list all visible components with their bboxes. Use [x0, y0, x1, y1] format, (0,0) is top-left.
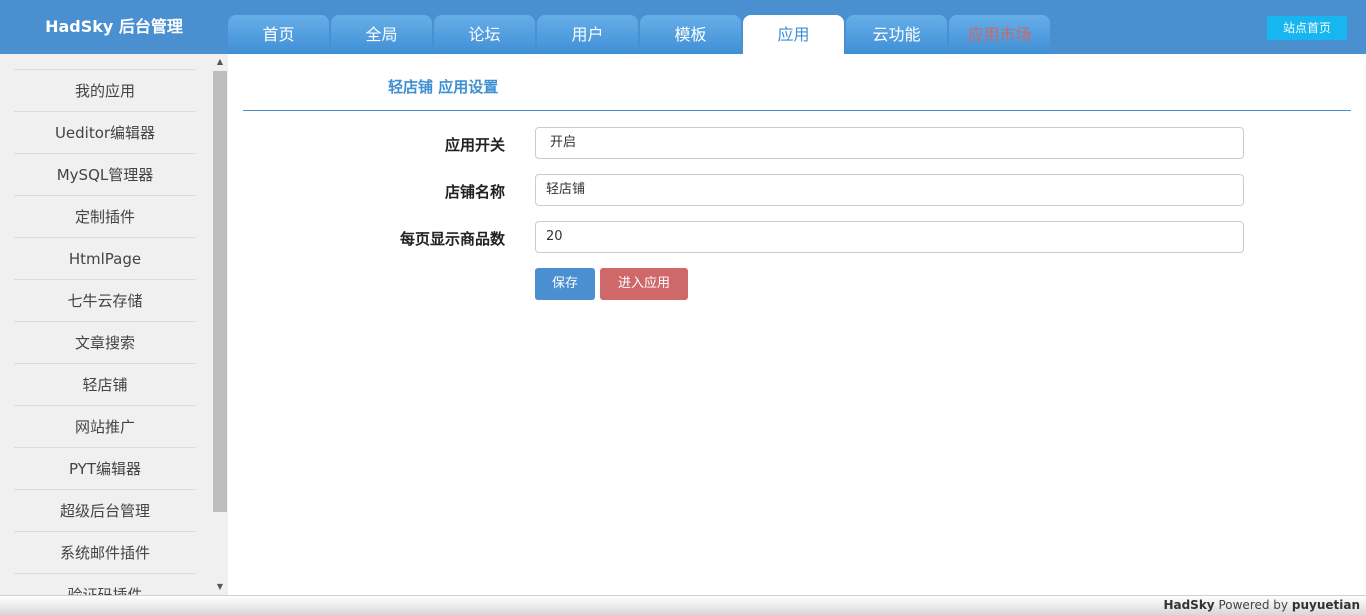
app-switch-select[interactable]: 开启: [535, 127, 1244, 159]
enter-app-button[interactable]: 进入应用: [600, 268, 688, 300]
sidebar-item-mail-plugin[interactable]: 系统邮件插件: [14, 531, 196, 573]
footer-brand: HadSky: [1163, 598, 1215, 612]
tab-global[interactable]: 全局: [331, 15, 432, 54]
main-content: 轻店铺 应用设置 应用开关 开启 店铺名称 轻店铺 每页显示商品数 20 保存 …: [228, 54, 1366, 595]
tab-cloud[interactable]: 云功能: [846, 15, 947, 54]
brand-title: HadSky 后台管理: [45, 17, 183, 36]
sidebar-item-site-promotion[interactable]: 网站推广: [14, 405, 196, 447]
tab-home[interactable]: 首页: [228, 15, 329, 54]
app-switch-label: 应用开关: [444, 136, 505, 154]
sidebar: 我的应用 Ueditor编辑器 MySQL管理器 定制插件 HtmlPage 七…: [0, 54, 212, 595]
sidebar-item-htmlpage[interactable]: HtmlPage: [14, 237, 196, 279]
footer-credit: HadSky Powered by puyuetian: [1163, 598, 1360, 612]
sidebar-item-custom-plugin[interactable]: 定制插件: [14, 195, 196, 237]
site-home-button[interactable]: 站点首页: [1267, 16, 1347, 40]
footer-author[interactable]: puyuetian: [1292, 598, 1360, 612]
items-per-page-label: 每页显示商品数: [399, 230, 505, 248]
sidebar-item-article-search[interactable]: 文章搜索: [14, 321, 196, 363]
tab-apps[interactable]: 应用: [743, 15, 844, 54]
triangle-down-icon[interactable]: ▼: [212, 579, 228, 595]
sidebar-item-pyt-editor[interactable]: PYT编辑器: [14, 447, 196, 489]
scrollbar-thumb[interactable]: [213, 71, 227, 512]
sidebar-item-super-admin[interactable]: 超级后台管理: [14, 489, 196, 531]
footer: HadSky Powered by puyuetian: [0, 595, 1366, 615]
tab-forum[interactable]: 论坛: [434, 15, 535, 54]
tab-templates[interactable]: 模板: [640, 15, 741, 54]
sidebar-list: 我的应用 Ueditor编辑器 MySQL管理器 定制插件 HtmlPage 七…: [14, 69, 196, 595]
page-title: 轻店铺 应用设置: [388, 78, 499, 96]
top-header: HadSky 后台管理 首页 全局 论坛 用户 模板 应用 云功能 应用市场 站…: [0, 0, 1366, 54]
items-per-page-input[interactable]: 20: [535, 221, 1244, 253]
sidebar-item-qiniu-storage[interactable]: 七牛云存储: [14, 279, 196, 321]
shop-name-label: 店铺名称: [444, 183, 505, 201]
sidebar-item-light-shop[interactable]: 轻店铺: [14, 363, 196, 405]
title-divider: [243, 110, 1351, 111]
sidebar-item-ueditor[interactable]: Ueditor编辑器: [14, 111, 196, 153]
footer-powered: Powered by: [1218, 598, 1289, 612]
save-button[interactable]: 保存: [535, 268, 595, 300]
sidebar-item-mysql-manager[interactable]: MySQL管理器: [14, 153, 196, 195]
sidebar-scrollbar[interactable]: ▲ ▼: [212, 54, 228, 595]
shop-name-input[interactable]: 轻店铺: [535, 174, 1244, 206]
tab-app-market[interactable]: 应用市场: [949, 15, 1050, 54]
sidebar-item-my-apps[interactable]: 我的应用: [14, 69, 196, 111]
triangle-up-icon[interactable]: ▲: [212, 54, 228, 70]
tab-users[interactable]: 用户: [537, 15, 638, 54]
sidebar-item-captcha-plugin[interactable]: 验证码插件: [14, 573, 196, 595]
